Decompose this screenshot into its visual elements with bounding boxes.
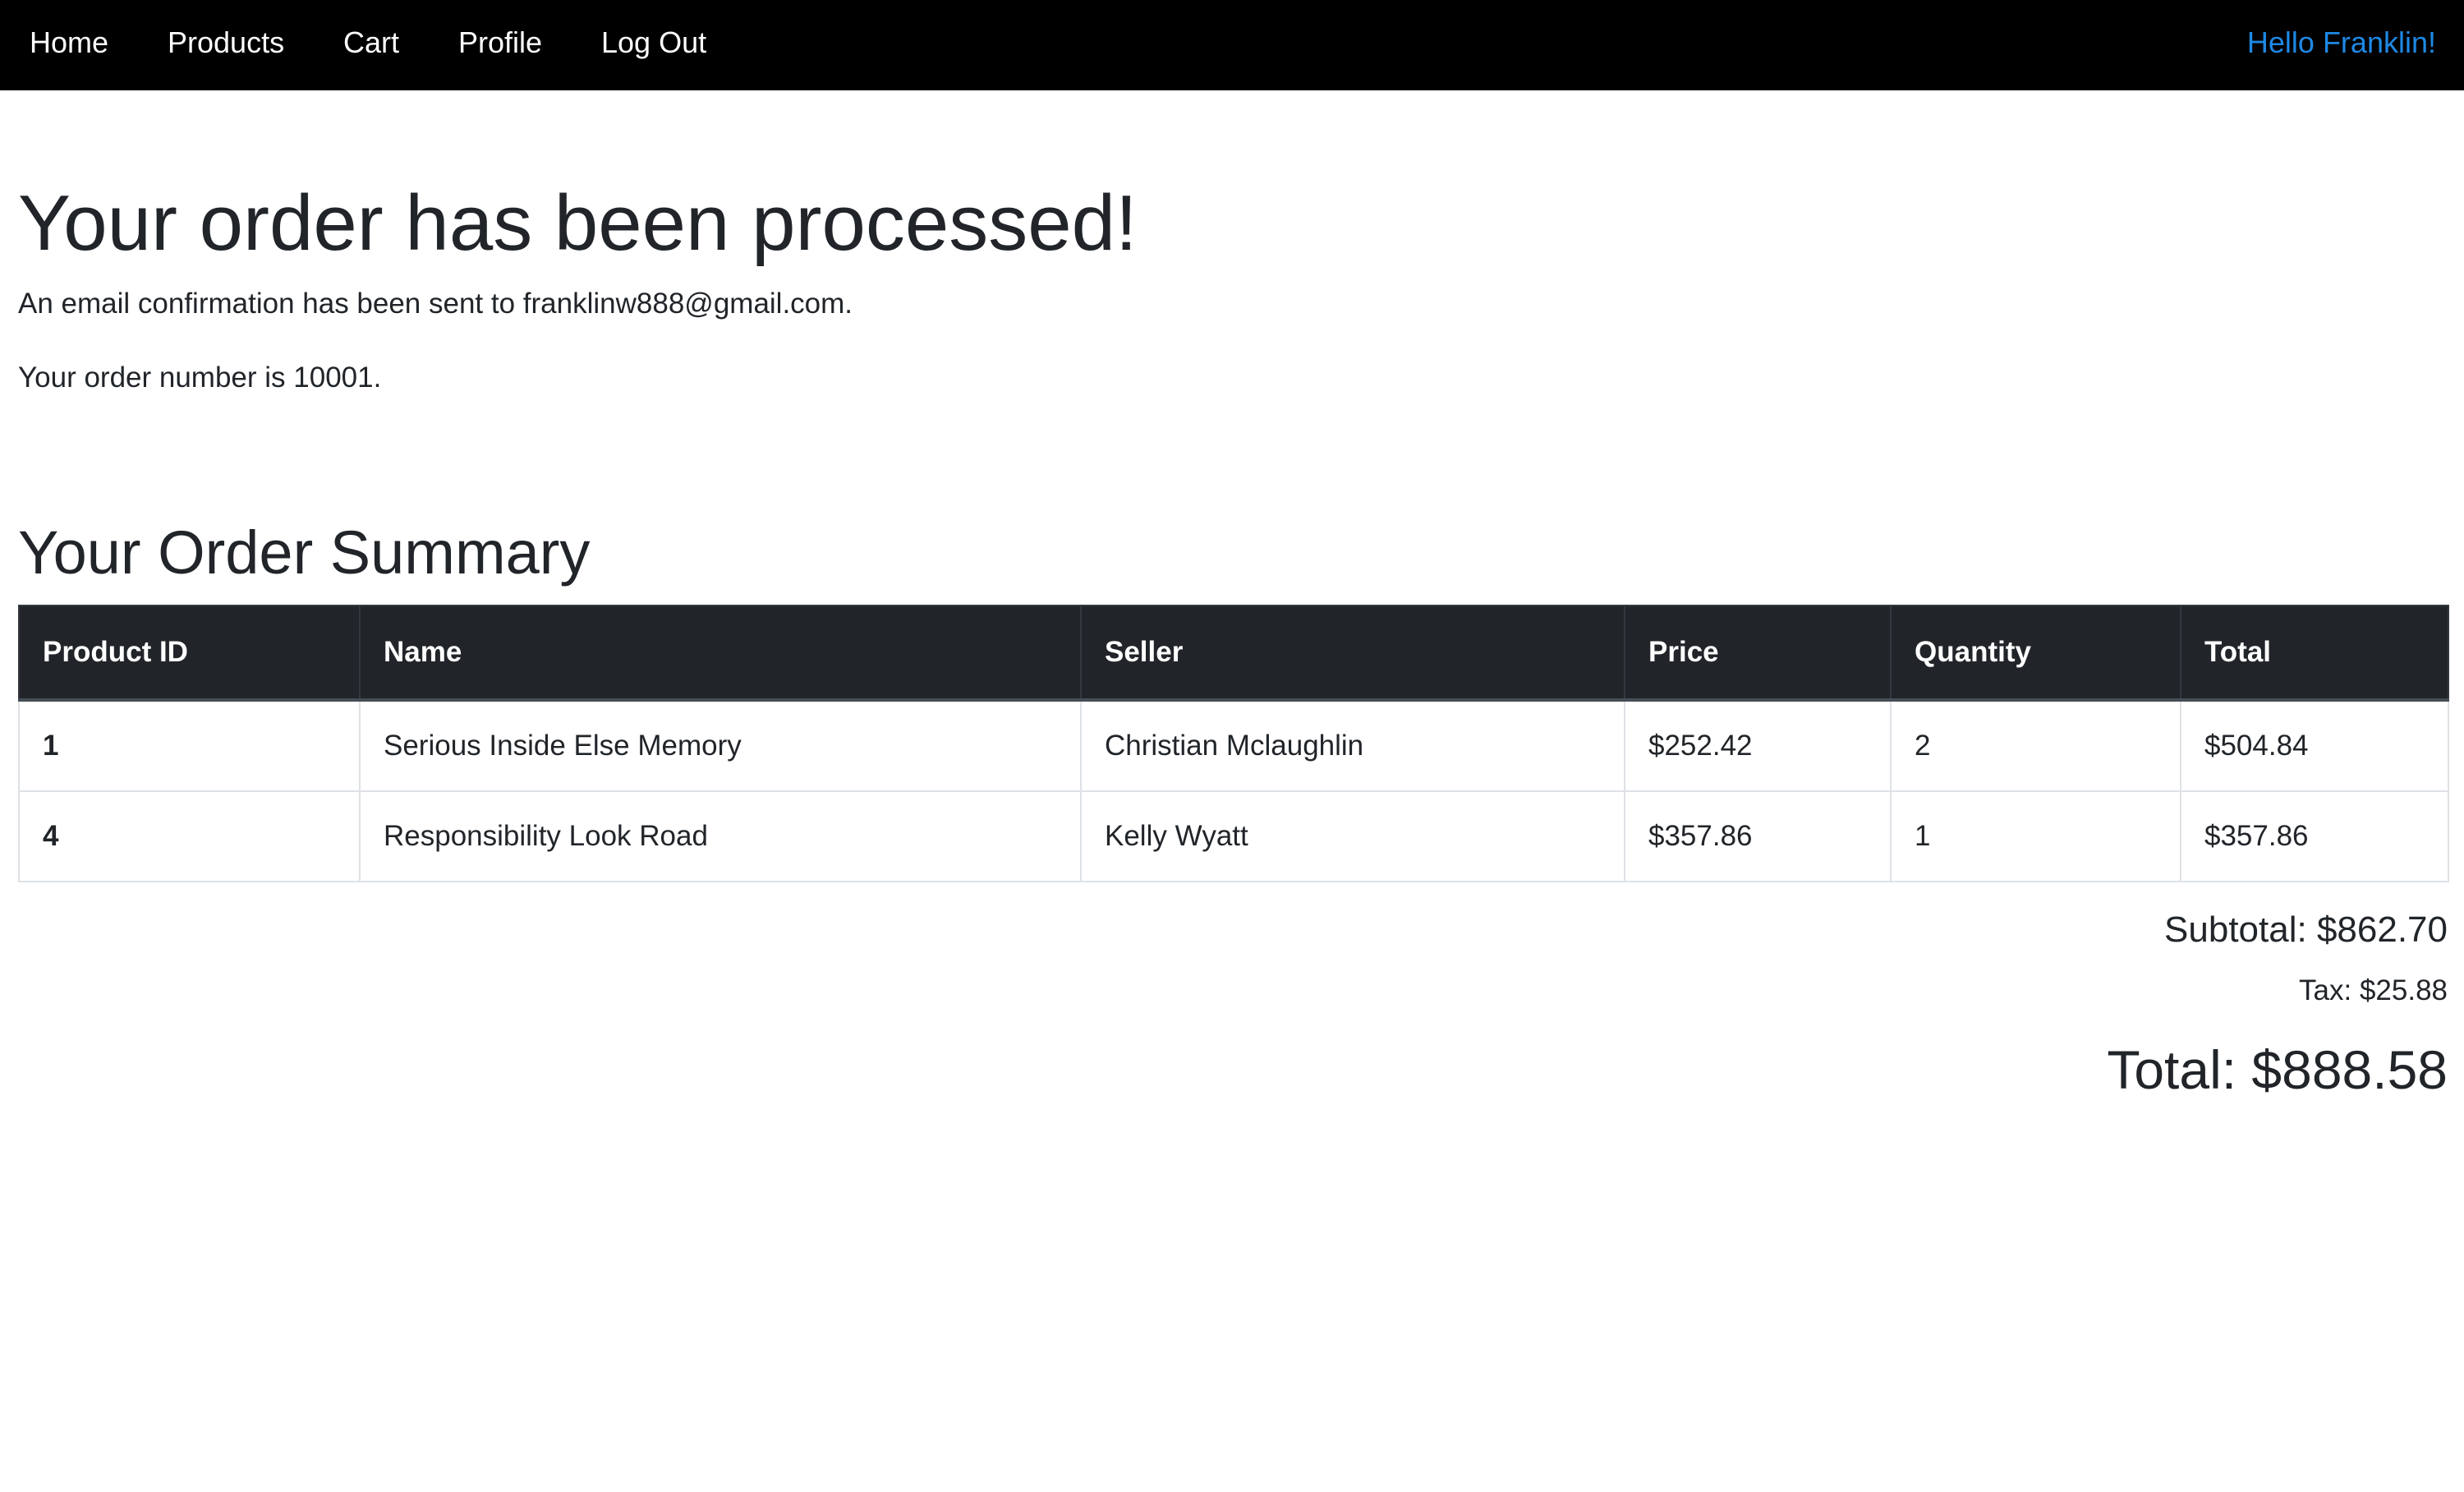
subtotal-text: Subtotal: $862.70	[2164, 909, 2448, 950]
nav-logout-link[interactable]: Log Out	[601, 0, 706, 85]
table-row: 4 Responsibility Look Road Kelly Wyatt $…	[18, 790, 2449, 882]
column-header-product-id: Product ID	[18, 605, 361, 702]
column-header-name: Name	[359, 605, 1082, 702]
nav-products-link[interactable]: Products	[168, 0, 284, 85]
cell-quantity: 1	[1890, 790, 2181, 882]
top-navbar: Home Products Cart Profile Log Out Hello…	[0, 0, 2464, 90]
cell-price: $252.42	[1624, 699, 1892, 792]
nav-profile-link[interactable]: Profile	[458, 0, 542, 85]
table-header-row: Product ID Name Seller Price Quantity To…	[18, 605, 2449, 702]
table-row: 1 Serious Inside Else Memory Christian M…	[18, 699, 2449, 792]
user-greeting: Hello Franklin!	[2246, 25, 2436, 59]
grand-total-text: Total: $888.58	[2107, 1039, 2448, 1100]
column-header-seller: Seller	[1080, 605, 1625, 702]
cell-line-total: $357.86	[2180, 790, 2449, 882]
cell-product-id: 4	[18, 790, 361, 882]
cell-product-name: Serious Inside Else Memory	[359, 699, 1082, 792]
column-header-quantity: Quantity	[1890, 605, 2181, 702]
tax-text: Tax: $25.88	[2299, 974, 2448, 1006]
cell-product-name: Responsibility Look Road	[359, 790, 1082, 882]
column-header-price: Price	[1624, 605, 1892, 702]
order-summary-table: Product ID Name Seller Price Quantity To…	[18, 605, 2449, 882]
cell-product-id: 1	[18, 699, 361, 792]
email-confirmation-text: An email confirmation has been sent to f…	[18, 288, 853, 320]
order-number-text: Your order number is 10001.	[18, 361, 382, 394]
column-header-total: Total	[2180, 605, 2449, 702]
confirmation-title: Your order has been processed!	[18, 179, 1138, 267]
nav-home-link[interactable]: Home	[30, 0, 108, 85]
cell-line-total: $504.84	[2180, 699, 2449, 792]
cell-seller: Christian Mclaughlin	[1080, 699, 1625, 792]
cell-quantity: 2	[1890, 699, 2181, 792]
cell-price: $357.86	[1624, 790, 1892, 882]
nav-cart-link[interactable]: Cart	[343, 0, 399, 85]
order-summary-title: Your Order Summary	[18, 518, 591, 587]
cell-seller: Kelly Wyatt	[1080, 790, 1625, 882]
